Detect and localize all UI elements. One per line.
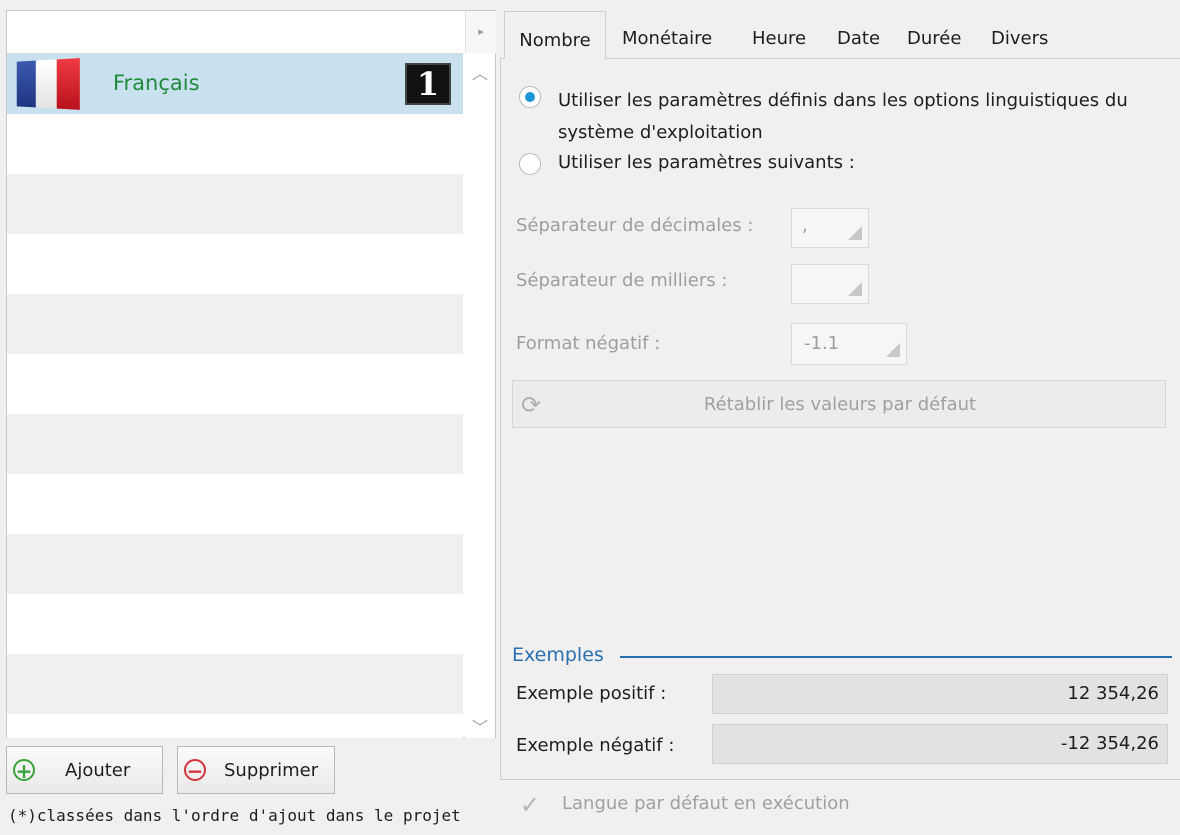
- vertical-scrollbar[interactable]: ︿ ﹀: [465, 54, 495, 738]
- radio-selected-dot: [525, 92, 535, 102]
- tab-monetaire[interactable]: Monétaire: [622, 14, 712, 58]
- add-language-button[interactable]: + Ajouter: [6, 746, 163, 794]
- list-item-empty: [7, 654, 463, 714]
- list-item-empty: [7, 594, 463, 654]
- use-os-settings-label[interactable]: Utiliser les paramètres définis dans les…: [558, 85, 1158, 149]
- decimal-separator-value: ,: [802, 215, 808, 236]
- list-item-francais[interactable]: Français 1: [7, 54, 463, 114]
- add-button-label: Ajouter: [65, 760, 131, 781]
- examples-divider: [620, 656, 1172, 658]
- decimal-separator-select[interactable]: ,: [791, 208, 869, 248]
- list-item-empty: [7, 294, 463, 354]
- negative-format-value: -1.1: [804, 333, 840, 354]
- remove-icon: −: [184, 759, 206, 781]
- use-following-settings-radio[interactable]: [519, 153, 541, 175]
- list-item-empty: [7, 714, 463, 738]
- language-name: Français: [113, 71, 200, 95]
- remove-button-label: Supprimer: [224, 760, 319, 781]
- decimal-separator-label: Séparateur de décimales :: [516, 215, 754, 236]
- use-os-settings-radio[interactable]: [519, 86, 541, 108]
- list-item-empty: [7, 234, 463, 294]
- dropdown-arrow-icon: [886, 343, 900, 357]
- tab-divers[interactable]: Divers: [991, 14, 1048, 58]
- tab-heure[interactable]: Heure: [752, 14, 806, 58]
- thousands-separator-label: Séparateur de milliers :: [516, 270, 728, 291]
- remove-language-button[interactable]: − Supprimer: [177, 746, 335, 794]
- language-list: ▸ Français 1 ︿ ﹀: [6, 10, 496, 738]
- dropdown-arrow-icon: [848, 282, 862, 296]
- list-header: [7, 11, 463, 54]
- thousands-separator-select[interactable]: [791, 264, 869, 304]
- use-following-settings-label[interactable]: Utiliser les paramètres suivants :: [558, 152, 855, 173]
- list-item-empty: [7, 114, 463, 174]
- reset-defaults-label: Rétablir les valeurs par défaut: [703, 394, 977, 415]
- list-item-empty: [7, 534, 463, 594]
- tab-nombre[interactable]: Nombre: [504, 11, 606, 59]
- language-order-badge: 1: [405, 63, 451, 105]
- positive-example-label: Exemple positif :: [516, 683, 667, 704]
- negative-format-select[interactable]: -1.1: [791, 323, 907, 365]
- default-language-label[interactable]: Langue par défaut en exécution: [562, 793, 850, 814]
- france-flag-icon: [16, 58, 80, 110]
- list-item-empty: [7, 474, 463, 534]
- list-item-empty: [7, 174, 463, 234]
- footnote: (*)classées dans l'ordre d'ajout dans le…: [8, 806, 461, 825]
- language-rows: Français 1: [7, 54, 463, 738]
- negative-example-label: Exemple négatif :: [516, 735, 675, 756]
- reset-defaults-button[interactable]: ⟳ Rétablir les valeurs par défaut: [512, 380, 1166, 428]
- tab-date[interactable]: Date: [837, 14, 880, 58]
- list-item-empty: [7, 354, 463, 414]
- dropdown-arrow-icon: [848, 226, 862, 240]
- default-language-checkbox[interactable]: ✓: [520, 792, 546, 818]
- negative-example-value: -12 354,26: [712, 724, 1168, 764]
- tab-duree[interactable]: Durée: [907, 14, 961, 58]
- add-icon: +: [13, 759, 35, 781]
- scroll-down-icon[interactable]: ﹀: [465, 714, 495, 737]
- header-arrow-icon[interactable]: ▸: [465, 11, 496, 53]
- list-item-empty: [7, 414, 463, 474]
- negative-format-label: Format négatif :: [516, 333, 661, 354]
- positive-example-value: 12 354,26: [712, 674, 1168, 714]
- examples-group-title: Exemples: [512, 644, 604, 666]
- scroll-up-icon[interactable]: ︿: [465, 60, 495, 83]
